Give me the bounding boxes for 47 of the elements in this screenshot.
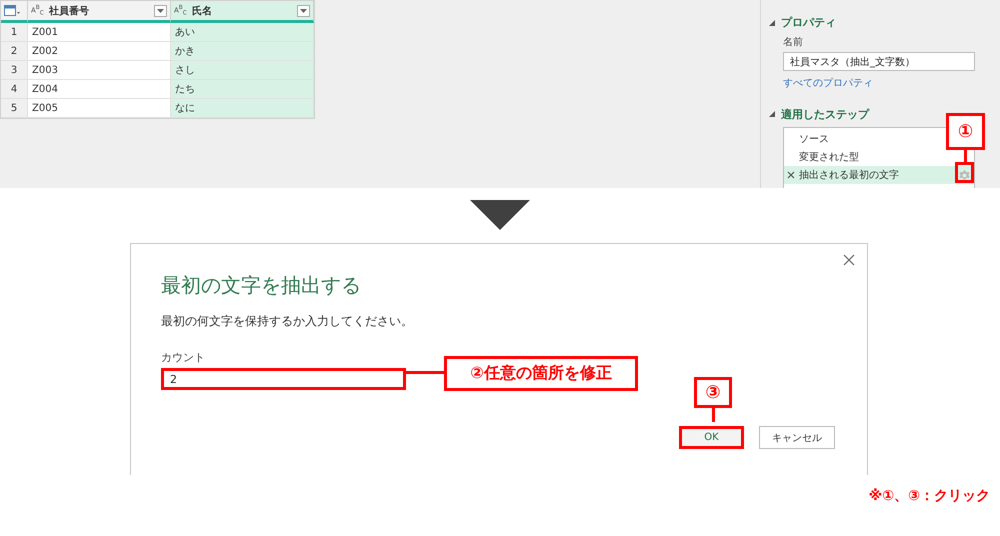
dialog-title: 最初の文字を抽出する (161, 272, 362, 299)
field-label: 名前 (783, 36, 804, 49)
section-heading[interactable]: 適用したステップ (769, 106, 869, 122)
table-cell: Z003 (28, 61, 171, 80)
table-icon (4, 5, 20, 16)
collapse-icon[interactable] (769, 111, 775, 118)
column-title: 氏名 (192, 4, 212, 18)
highlight-box (955, 162, 974, 183)
leader-line (406, 371, 444, 374)
row-number: 5 (1, 99, 28, 118)
field-label: カウント (161, 350, 206, 365)
table-cell: Z002 (28, 42, 171, 61)
gear-icon[interactable] (959, 170, 970, 181)
dropdown-icon (154, 5, 167, 17)
row-number: 1 (1, 23, 28, 42)
step-item[interactable]: 抽出される最初の文字 (784, 166, 974, 184)
table-cell: かき (171, 42, 314, 61)
table-cell: あい (171, 23, 314, 42)
cancel-button[interactable]: キャンセル (759, 426, 835, 449)
delete-icon (787, 171, 795, 180)
ok-button[interactable]: OK (679, 426, 744, 449)
dropdown-icon (297, 5, 310, 17)
step-item[interactable]: ソース (784, 130, 833, 148)
callout-label: ②任意の箇所を修正 (444, 356, 638, 391)
dialog-description: 最初の何文字を保持するか入力してください。 (161, 313, 414, 330)
step-item[interactable]: 変更された型 (784, 148, 863, 166)
close-icon[interactable] (843, 254, 855, 266)
table-cell: さし (171, 61, 314, 80)
collapse-icon[interactable] (769, 20, 775, 26)
note-text: ※①、③：クリック (868, 487, 990, 505)
table-cell: たち (171, 80, 314, 99)
table-cell: Z001 (28, 23, 171, 42)
table-menu-button[interactable] (1, 1, 28, 23)
count-field[interactable]: 2 (161, 368, 406, 390)
name-field[interactable]: 社員マスタ（抽出_文字数） (783, 52, 975, 72)
table-cell: Z005 (28, 99, 171, 118)
row-number: 4 (1, 80, 28, 99)
table-cell: なに (171, 99, 314, 118)
column-title: 社員番号 (48, 4, 89, 18)
table-cell: Z004 (28, 80, 171, 99)
callout-label: ① (946, 113, 985, 150)
down-arrow-icon (470, 200, 530, 230)
all-properties-link[interactable]: すべてのプロパティ (783, 76, 975, 90)
section-heading[interactable]: プロパティ (769, 15, 836, 31)
row-number: 3 (1, 61, 28, 80)
row-number: 2 (1, 42, 28, 61)
callout-label: ③ (694, 377, 732, 408)
